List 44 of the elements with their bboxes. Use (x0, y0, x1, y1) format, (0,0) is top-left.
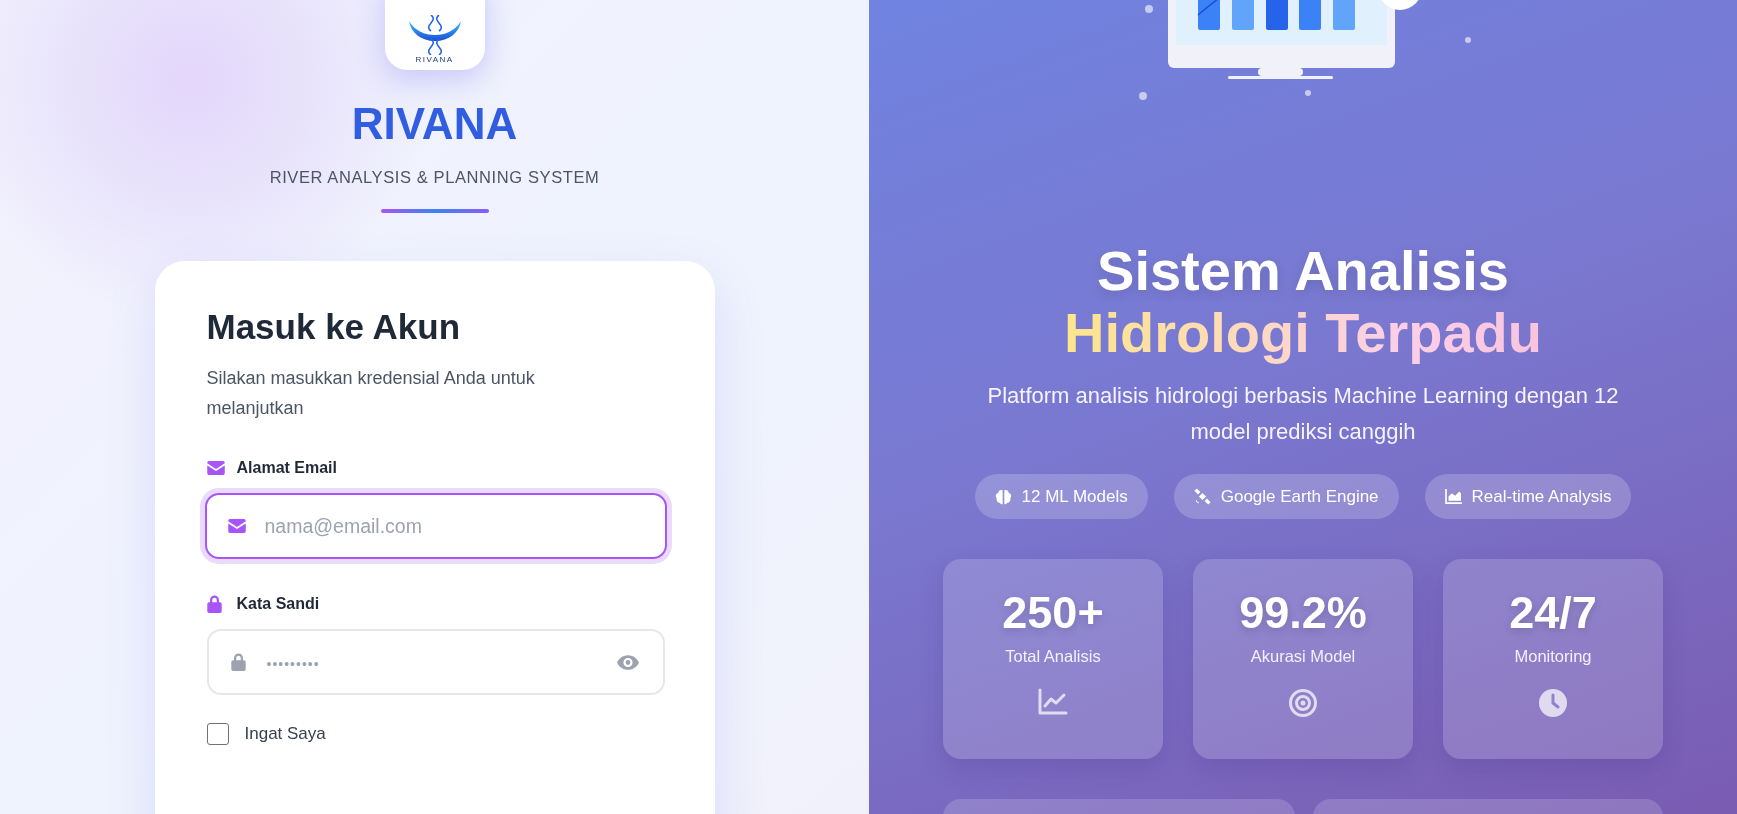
email-input[interactable]: nama@email.com (264, 506, 641, 546)
badge-label: 12 ML Models (1021, 486, 1128, 507)
brain-icon (994, 488, 1012, 505)
badge-label: Google Earth Engine (1220, 486, 1379, 507)
brand-name: RIVANA (351, 98, 518, 150)
stat-label: Total Analisis (1005, 647, 1101, 666)
mail-icon (226, 519, 247, 533)
chart-bar (1299, 0, 1321, 30)
chart-bar (1333, 0, 1355, 30)
stat-label: Monitoring (1514, 647, 1592, 666)
mail-icon (206, 461, 225, 475)
satellite-icon (1193, 488, 1211, 505)
lock-icon (206, 595, 225, 613)
target-icon (1288, 688, 1318, 718)
area-chart-icon (1444, 489, 1462, 504)
logo-icon (408, 15, 461, 55)
line-chart-icon (1038, 688, 1068, 716)
password-field[interactable]: ••••••••• (206, 629, 665, 695)
eye-icon[interactable] (616, 654, 639, 670)
password-input[interactable]: ••••••••• (266, 642, 599, 682)
lock-icon (228, 653, 249, 671)
stat-value: 250+ (1002, 587, 1104, 639)
badge-label: Real-time Analysis (1471, 486, 1612, 507)
hero-description: Platform analisis hidrologi berbasis Machine Learning dengan 12 model prediksi canggih (986, 382, 1620, 446)
chart-bar (1232, 0, 1254, 30)
brand-tagline: RIVER ANALYSIS & PLANNING SYSTEM (269, 168, 600, 187)
remember-label[interactable]: Ingat Saya (244, 724, 326, 744)
field-label: Alamat Email (236, 459, 337, 477)
card-subtitle: Silakan masukkan kredensial Anda untuk melanjutkan (206, 367, 536, 420)
chart-bar (1198, 0, 1220, 30)
logo-caption: RIVANA (415, 55, 454, 64)
stat-value: 99.2% (1239, 587, 1367, 639)
remember-checkbox[interactable] (206, 723, 229, 745)
sparkle-dot (1139, 92, 1147, 100)
sparkle-dot (1145, 5, 1153, 13)
card-title: Masuk ke Akun (206, 306, 461, 348)
chart-bar (1266, 0, 1288, 30)
sparkle-dot (1305, 90, 1311, 96)
clock-icon (1538, 688, 1568, 718)
hero-title: Sistem Analisis (1097, 240, 1509, 302)
stat-label: Akurasi Model (1250, 647, 1356, 666)
field-label: Kata Sandi (236, 595, 320, 613)
stat-value: 24/7 (1509, 587, 1597, 639)
sparkle-dot (1465, 37, 1471, 43)
